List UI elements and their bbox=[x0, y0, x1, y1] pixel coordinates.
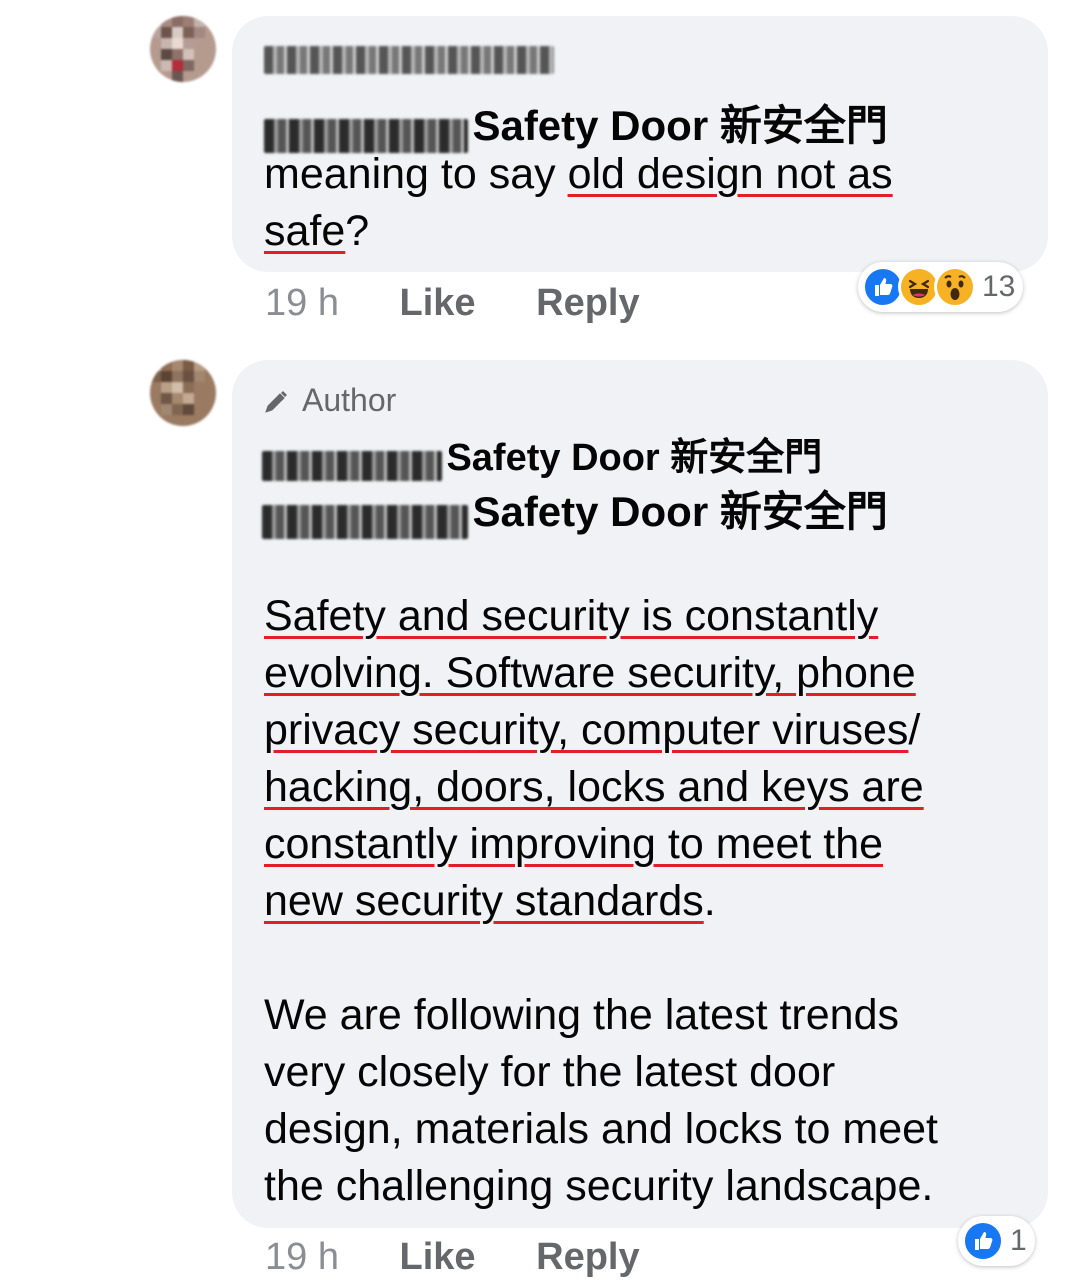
like-icon bbox=[962, 1220, 1004, 1262]
reply-mention-line: Safety Door 新安全門 bbox=[262, 478, 888, 539]
comment-actions: 19 h Like Reply bbox=[265, 282, 640, 325]
page-name: Safety Door 新安全門 bbox=[446, 437, 823, 479]
mention-page-name[interactable]: Safety Door 新安全門 bbox=[472, 102, 887, 149]
comment-text: meaning to say old design not as safe? bbox=[264, 150, 893, 255]
reply-mention-line: Safety Door 新安全門 bbox=[264, 92, 888, 153]
like-button[interactable]: Like bbox=[400, 282, 476, 325]
author-label: Author bbox=[302, 382, 397, 418]
comment-actions: 19 h Like Reply bbox=[265, 1236, 640, 1279]
reaction-summary[interactable]: 13 bbox=[858, 262, 1024, 312]
mention-name-redacted[interactable] bbox=[262, 504, 468, 539]
reply-button[interactable]: Reply bbox=[536, 1236, 639, 1279]
reaction-count: 1 bbox=[1010, 1224, 1027, 1257]
comment-bubble: Author Safety Door 新安全門 Safety Door 新安全門… bbox=[232, 360, 1048, 1228]
timestamp[interactable]: 19 h bbox=[265, 282, 339, 325]
mention-page-name[interactable]: Safety Door 新安全門 bbox=[472, 488, 887, 535]
author-badge: Author bbox=[262, 382, 396, 419]
timestamp[interactable]: 19 h bbox=[265, 1236, 339, 1279]
reaction-summary[interactable]: 1 bbox=[958, 1216, 1035, 1266]
reply-button[interactable]: Reply bbox=[536, 282, 639, 325]
avatar[interactable] bbox=[150, 16, 216, 82]
comment-bubble: Safety Door 新安全門 meaning to say old desi… bbox=[232, 16, 1048, 272]
page-name-line[interactable]: Safety Door 新安全門 bbox=[262, 426, 822, 481]
comment-paragraph-1: Safety and security is constantly evolvi… bbox=[264, 592, 924, 925]
avatar[interactable] bbox=[150, 360, 216, 426]
like-button[interactable]: Like bbox=[400, 1236, 476, 1279]
commenter-name[interactable] bbox=[264, 46, 554, 74]
page-name-redacted bbox=[262, 450, 442, 481]
wow-icon bbox=[934, 266, 976, 308]
comment-paragraph-2: We are following the latest trends very … bbox=[264, 991, 938, 1210]
reaction-count: 13 bbox=[982, 270, 1016, 303]
pencil-icon bbox=[262, 387, 290, 415]
